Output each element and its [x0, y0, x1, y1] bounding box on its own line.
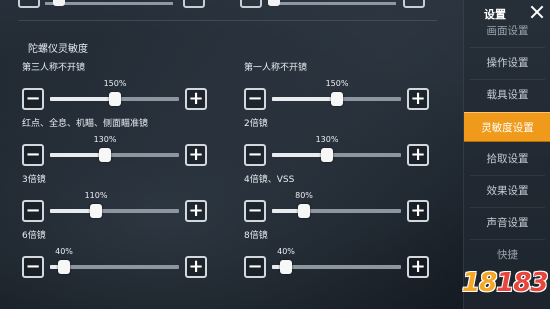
- slider-knob[interactable]: [109, 92, 121, 106]
- sensitivity-panel: 陀螺仪灵敏度 第三人称不开镜 150% − + 第一人称不开镜 150% − + 红点、全息、机…: [0, 0, 455, 309]
- increase-button[interactable]: +: [185, 88, 207, 110]
- slider-knob[interactable]: [331, 92, 343, 106]
- sensitivity-value: 130%: [315, 135, 339, 144]
- sensitivity-label: 第三人称不开镜: [22, 63, 86, 73]
- clipped-plus-button-left[interactable]: [183, 0, 205, 8]
- slider-knob[interactable]: [298, 204, 310, 218]
- slider-fill: [272, 153, 327, 157]
- decrease-button[interactable]: −: [22, 88, 44, 110]
- decrease-button[interactable]: −: [244, 144, 266, 166]
- sensitivity-group: 红点、全息、机瞄、侧面瞄准镜 130% − +: [22, 116, 222, 166]
- decrease-button[interactable]: −: [244, 256, 266, 278]
- sensitivity-value: 80%: [295, 191, 313, 200]
- sensitivity-slider[interactable]: [50, 260, 179, 274]
- sensitivity-group: 4倍镜、VSS 80% − +: [244, 172, 444, 222]
- increase-button[interactable]: +: [185, 256, 207, 278]
- increase-button[interactable]: +: [185, 144, 207, 166]
- sensitivity-group: 3倍镜 110% − +: [22, 172, 222, 222]
- clipped-slider-knob[interactable]: [53, 0, 65, 6]
- sensitivity-label: 3倍镜: [22, 175, 46, 185]
- increase-button[interactable]: +: [407, 200, 429, 222]
- clipped-slider-knob[interactable]: [268, 0, 280, 6]
- sidebar-separator: [470, 239, 545, 240]
- slider-knob[interactable]: [58, 260, 70, 274]
- decrease-button[interactable]: −: [244, 200, 266, 222]
- clipped-minus-button-right[interactable]: [240, 0, 262, 8]
- sensitivity-slider[interactable]: [272, 148, 401, 162]
- increase-button[interactable]: +: [185, 200, 207, 222]
- increase-button[interactable]: +: [407, 88, 429, 110]
- sensitivity-value: 150%: [325, 79, 349, 88]
- sidebar-item[interactable]: 操作设置: [464, 48, 550, 78]
- clipped-slider-track: [268, 2, 396, 5]
- sensitivity-value: 40%: [55, 247, 73, 256]
- sensitivity-label: 2倍镜: [244, 119, 268, 129]
- slider-knob[interactable]: [90, 204, 102, 218]
- slider-fill: [50, 97, 115, 101]
- clipped-slider-right[interactable]: [268, 0, 396, 6]
- sensitivity-label: 4倍镜、VSS: [244, 175, 295, 185]
- previous-section-sliders-clipped: [0, 0, 455, 10]
- section-divider: [18, 20, 437, 21]
- sensitivity-group: 第三人称不开镜 150% − +: [22, 60, 222, 110]
- clipped-minus-button-left[interactable]: [18, 0, 40, 8]
- site-watermark-logo: 18183: [462, 268, 548, 298]
- decrease-button[interactable]: −: [22, 144, 44, 166]
- sensitivity-label: 第一人称不开镜: [244, 63, 308, 73]
- sidebar-item[interactable]: 灵敏度设置: [464, 112, 550, 142]
- sensitivity-group: 第一人称不开镜 150% − +: [244, 60, 444, 110]
- sensitivity-slider[interactable]: [50, 204, 179, 218]
- increase-button[interactable]: +: [407, 256, 429, 278]
- sensitivity-value: 150%: [103, 79, 127, 88]
- decrease-button[interactable]: −: [244, 88, 266, 110]
- clipped-slider-left[interactable]: [45, 0, 173, 6]
- sensitivity-slider[interactable]: [50, 92, 179, 106]
- sidebar-item[interactable]: 声音设置: [464, 208, 550, 238]
- sidebar-item[interactable]: 效果设置: [464, 176, 550, 206]
- sensitivity-slider[interactable]: [272, 204, 401, 218]
- sensitivity-value: 110%: [84, 191, 108, 200]
- increase-button[interactable]: +: [407, 144, 429, 166]
- sensitivity-group: 8倍镜 40% − +: [244, 228, 444, 278]
- slider-knob[interactable]: [321, 148, 333, 162]
- sidebar-item[interactable]: 画面设置: [464, 16, 550, 46]
- decrease-button[interactable]: −: [22, 256, 44, 278]
- slider-knob[interactable]: [280, 260, 292, 274]
- sidebar-separator: [470, 79, 545, 80]
- decrease-button[interactable]: −: [22, 200, 44, 222]
- slider-knob[interactable]: [99, 148, 111, 162]
- sensitivity-slider[interactable]: [50, 148, 179, 162]
- sidebar-item[interactable]: 拾取设置: [464, 144, 550, 174]
- sensitivity-group: 6倍镜 40% − +: [22, 228, 222, 278]
- sensitivity-value: 40%: [277, 247, 295, 256]
- sidebar-separator: [470, 207, 545, 208]
- slider-fill: [272, 97, 337, 101]
- sidebar-separator: [470, 47, 545, 48]
- sensitivity-slider[interactable]: [272, 260, 401, 274]
- sensitivity-group: 2倍镜 130% − +: [244, 116, 444, 166]
- sensitivity-label: 8倍镜: [244, 231, 268, 241]
- sidebar-item[interactable]: 载具设置: [464, 80, 550, 110]
- sensitivity-label: 红点、全息、机瞄、侧面瞄准镜: [22, 119, 149, 129]
- clipped-plus-button-right[interactable]: [403, 0, 425, 8]
- sidebar-separator: [470, 175, 545, 176]
- sensitivity-value: 130%: [93, 135, 117, 144]
- slider-fill: [50, 153, 105, 157]
- section-title: 陀螺仪灵敏度: [28, 44, 88, 55]
- sensitivity-slider[interactable]: [272, 92, 401, 106]
- sensitivity-label: 6倍镜: [22, 231, 46, 241]
